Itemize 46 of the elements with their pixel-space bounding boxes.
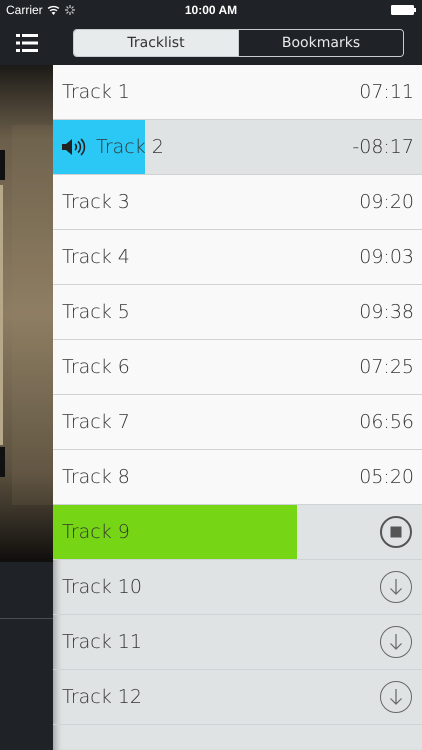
menu-button[interactable]	[16, 34, 38, 52]
track-duration: 09:03	[359, 246, 414, 268]
track-row[interactable]: Track 7 06:56	[53, 395, 422, 450]
track-title: Track 2	[96, 136, 164, 158]
track-title: Track 12	[62, 686, 142, 708]
track-row[interactable]: Track 9	[53, 505, 422, 560]
track-title: Track 1	[62, 81, 130, 103]
track-title: Track 7	[62, 411, 130, 433]
track-title: Track 5	[62, 301, 130, 323]
track-row[interactable]: Track 10	[53, 560, 422, 615]
track-duration: 09:20	[359, 191, 414, 213]
track-row[interactable]: Track 11	[53, 615, 422, 670]
track-duration: 07:25	[359, 356, 414, 378]
track-duration: 07:11	[359, 81, 414, 103]
menu-icon	[16, 34, 38, 52]
speaker-icon	[62, 138, 86, 156]
track-title: Track 6	[62, 356, 130, 378]
tab[interactable]: Tracklist	[74, 30, 238, 56]
track-duration: 09:38	[359, 301, 414, 323]
track-row[interactable]: Track 1 07:11	[53, 65, 422, 120]
carrier-label: Carrier	[6, 3, 43, 17]
track-title: Track 4	[62, 246, 130, 268]
track-title: Track 8	[62, 466, 130, 488]
track-row[interactable]: Track 12	[53, 670, 422, 725]
track-title: Track 9	[62, 521, 130, 543]
track-duration: 05:20	[359, 466, 414, 488]
wifi-icon	[46, 5, 60, 15]
download-icon[interactable]	[379, 680, 413, 714]
activity-spinner-icon	[64, 5, 75, 15]
track-row[interactable]: Track 3 09:20	[53, 175, 422, 230]
track-row[interactable]: Track 2 -08:17	[53, 120, 422, 175]
track-duration: 06:56	[359, 411, 414, 433]
track-row[interactable]: Track 4 09:03	[53, 230, 422, 285]
track-row[interactable]: Track 5 09:38	[53, 285, 422, 340]
download-icon[interactable]	[379, 570, 413, 604]
track-duration: -08:17	[352, 136, 414, 158]
battery-icon	[391, 5, 416, 15]
track-title: Track 10	[62, 576, 142, 598]
track-row[interactable]: Track 8 05:20	[53, 450, 422, 505]
track-title: Track 3	[62, 191, 130, 213]
status-time: 10:00 AM	[184, 3, 238, 17]
download-icon[interactable]	[379, 625, 413, 659]
tab[interactable]: Bookmarks	[238, 30, 403, 56]
track-title: Track 11	[62, 631, 142, 653]
stop-icon[interactable]	[379, 515, 413, 549]
track-row[interactable]: Track 6 07:25	[53, 340, 422, 395]
